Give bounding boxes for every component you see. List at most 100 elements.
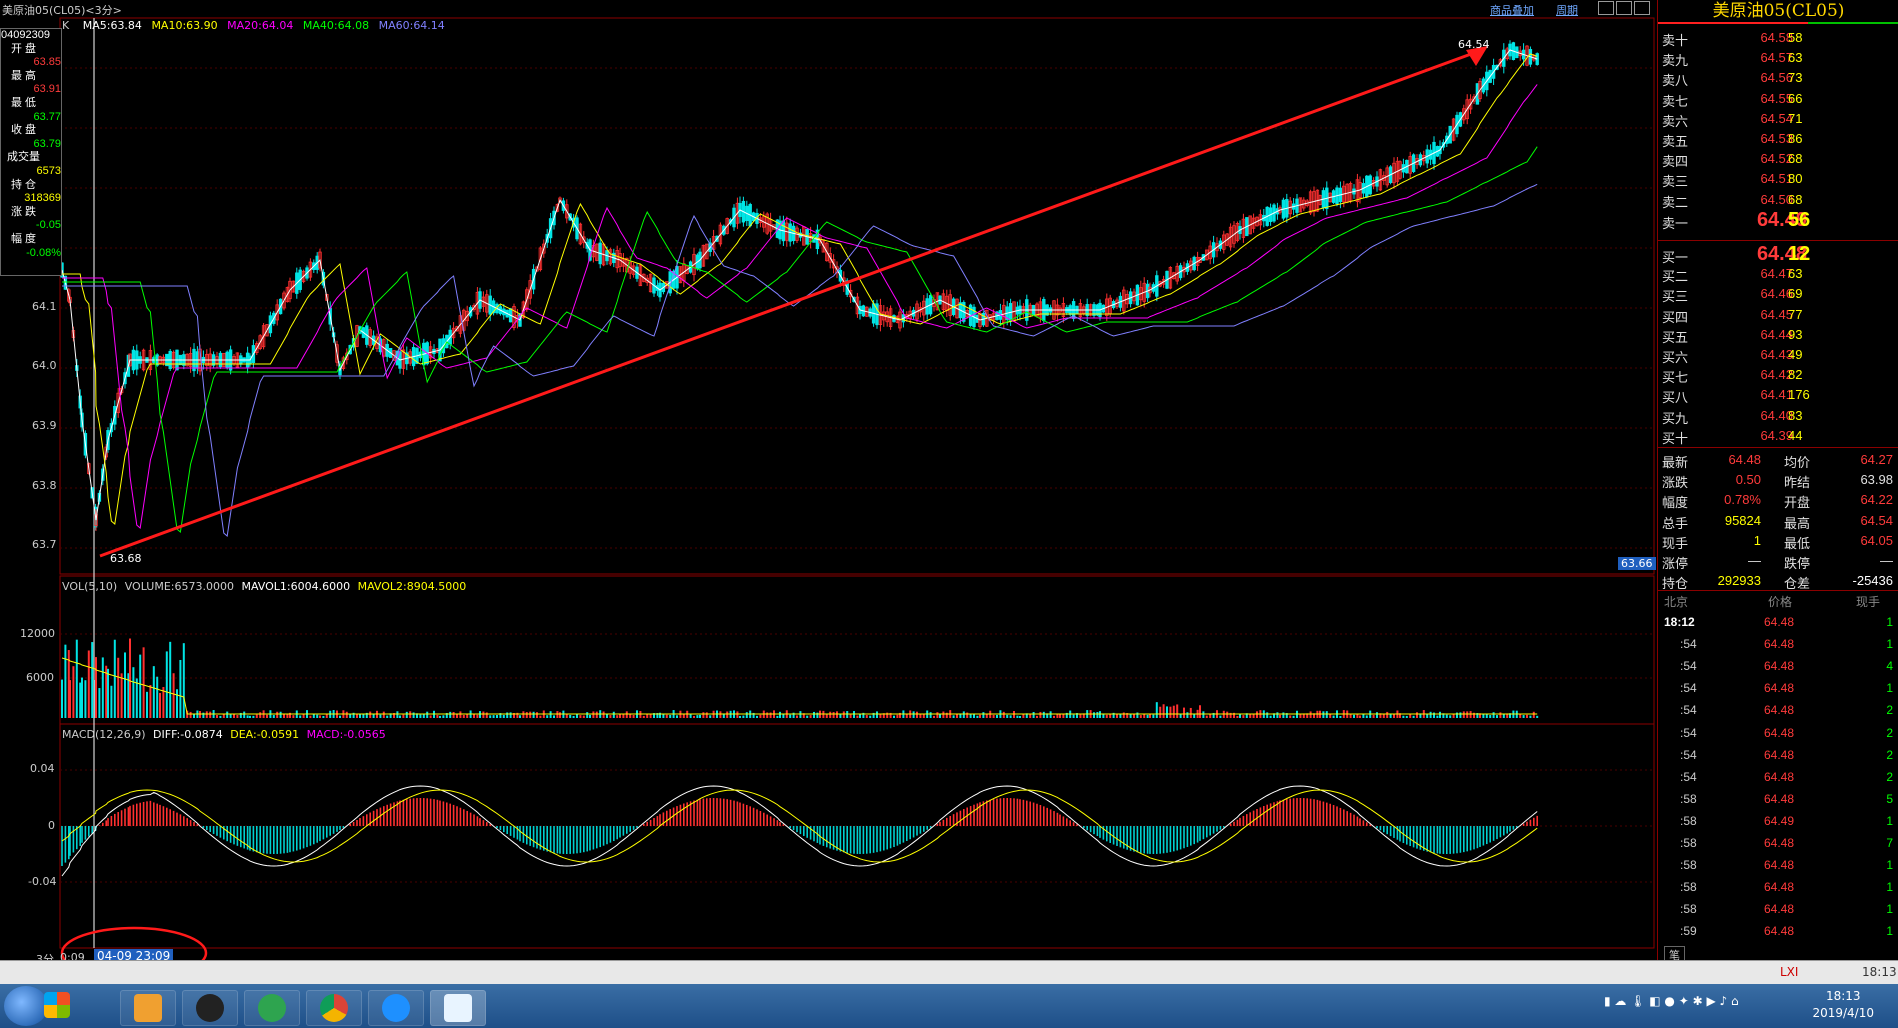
- clock-time: 18:13: [1825, 989, 1861, 1003]
- taskbar-app-5[interactable]: [368, 990, 424, 1026]
- volume-bar: [579, 715, 582, 718]
- period-link[interactable]: 周期: [1556, 2, 1578, 18]
- volume-bar: [929, 712, 932, 718]
- overlay-link[interactable]: 商品叠加: [1490, 2, 1534, 18]
- trade-row: :58 64.48 1: [1658, 877, 1898, 899]
- volume-bar: [473, 714, 475, 718]
- volume-bar: [825, 714, 828, 718]
- trade-time: :58: [1680, 858, 1697, 873]
- ask-row[interactable]: 卖七 64.55 66: [1658, 89, 1898, 109]
- ask-row[interactable]: 卖十 64.58 58: [1658, 28, 1898, 48]
- bid-row[interactable]: 买四 64.45 77: [1658, 305, 1898, 325]
- bid-row[interactable]: 买六 64.43 49: [1658, 345, 1898, 365]
- volume-bar: [525, 712, 528, 718]
- trade-qty: 1: [1886, 902, 1893, 917]
- stat-row: 持仓 292933 仓差 -25436: [1658, 571, 1898, 591]
- volume-bar: [292, 715, 295, 718]
- ask-row[interactable]: 卖八 64.56 73: [1658, 68, 1898, 88]
- ask-row[interactable]: 卖二 64.50 68: [1658, 190, 1898, 210]
- volume-bar: [439, 715, 441, 718]
- volume-bar: [319, 715, 321, 718]
- volume-bar: [939, 714, 941, 718]
- volume-bar: [124, 652, 126, 718]
- bid-row[interactable]: 买七 64.42 82: [1658, 365, 1898, 385]
- info-time: 04092309: [1, 29, 50, 41]
- volume-bar: [75, 639, 78, 718]
- volume-bar: [152, 666, 155, 718]
- volume-bar: [836, 711, 838, 718]
- trade-row: :54 64.48 2: [1658, 700, 1898, 722]
- volume-bar: [1226, 711, 1229, 718]
- volume-bar: [409, 711, 412, 718]
- volume-bar: [219, 715, 222, 718]
- bid-label: 买三: [1662, 289, 1689, 305]
- bid-row[interactable]: 买十 64.39 44: [1658, 426, 1898, 446]
- volume-bar: [1199, 705, 1201, 718]
- trades-header-time: 北京: [1664, 595, 1689, 609]
- volume-bar: [1309, 711, 1312, 718]
- window-maximize-icon[interactable]: [1616, 1, 1632, 15]
- volume-bar: [149, 684, 152, 718]
- ask-qty: 68: [1788, 151, 1803, 167]
- volume-bar: [809, 715, 812, 718]
- volume-bar: [936, 712, 939, 718]
- ask-row[interactable]: 卖九 64.57 63: [1658, 48, 1898, 68]
- ask-row[interactable]: 卖四 64.52 68: [1658, 149, 1898, 169]
- system-tray[interactable]: ▮ ☁ 🌡 ◧ ● ✦ ✱ ▶ ♪ ⌂: [1604, 994, 1739, 1008]
- volume-bar: [992, 714, 995, 718]
- volume-bar: [113, 639, 116, 718]
- y-tick: 63.8: [32, 479, 57, 492]
- trade-row: :54 64.48 1: [1658, 678, 1898, 700]
- clock-date: 2019/4/10: [1812, 1006, 1874, 1020]
- volume-bar: [726, 711, 729, 718]
- taskbar-app-2[interactable]: [182, 990, 238, 1026]
- bid-row[interactable]: 买二 64.47 63: [1658, 264, 1898, 284]
- candlestick-chart[interactable]: [0, 0, 1656, 960]
- volume-bar: [243, 711, 246, 718]
- taskbar: ▮ ☁ 🌡 ◧ ● ✦ ✱ ▶ ♪ ⌂ 18:13 2019/4/10: [0, 984, 1898, 1028]
- current-price-tag: 63.66: [1618, 557, 1656, 570]
- trade-price: 64.48: [1764, 880, 1795, 895]
- volume-bar: [405, 711, 408, 718]
- bid-row[interactable]: 买五 64.44 93: [1658, 325, 1898, 345]
- window-close-icon[interactable]: [1634, 1, 1650, 15]
- stat-row: 涨停 — 跌停 —: [1658, 551, 1898, 571]
- diff-value: DIFF:-0.0874: [153, 728, 223, 741]
- ask-row[interactable]: 卖五 64.53 86: [1658, 129, 1898, 149]
- volume-bar: [536, 712, 538, 718]
- bid-row[interactable]: 买八 64.41 176: [1658, 385, 1898, 405]
- volume-bar: [839, 714, 842, 718]
- volume-bar: [1139, 715, 1142, 718]
- window-restore-icon[interactable]: [1598, 1, 1614, 15]
- volume-bar: [865, 715, 868, 718]
- bid-row[interactable]: 买三 64.46 69: [1658, 284, 1898, 304]
- taskbar-app-1[interactable]: [120, 990, 176, 1026]
- start-button[interactable]: [4, 986, 48, 1026]
- chart-area[interactable]: 美原油05(CL05)<3分> 商品叠加 周期 K MA5:63.84 MA10…: [0, 0, 1656, 966]
- volume-bar: [1042, 711, 1045, 718]
- taskbar-app-4[interactable]: [306, 990, 362, 1026]
- ask-row[interactable]: 卖六 64.54 71: [1658, 109, 1898, 129]
- trade-qty: 2: [1886, 725, 1893, 740]
- ask-row[interactable]: 卖一 64.49 56: [1658, 209, 1898, 231]
- volume-bar: [922, 714, 925, 718]
- volume-bar: [779, 711, 781, 718]
- ask-row[interactable]: 卖三 64.51 80: [1658, 169, 1898, 189]
- bid-row[interactable]: 买九 64.40 83: [1658, 406, 1898, 426]
- volume-bar: [849, 714, 852, 718]
- quote-panel: 美原油05(CL05) 卖十 64.58 58 卖九 64.57 63 卖八 64.56 73 卖…: [1657, 0, 1898, 964]
- volume-bar: [1445, 714, 1448, 718]
- trade-price: 64.48: [1764, 836, 1795, 850]
- taskbar-app-6[interactable]: [430, 990, 486, 1026]
- taskbar-clock[interactable]: 18:13 2019/4/10: [1812, 988, 1874, 1022]
- bid-qty: 83: [1788, 407, 1803, 423]
- volume-bar: [609, 715, 612, 718]
- volume-bar: [1522, 715, 1525, 718]
- bid-row[interactable]: 买一 64.48 12: [1658, 243, 1898, 265]
- volume-bar: [349, 714, 352, 718]
- volume-bar: [586, 712, 589, 718]
- trades-header: 北京 价格 现手: [1658, 590, 1898, 612]
- volume-bar: [509, 712, 512, 718]
- taskbar-app-3[interactable]: [244, 990, 300, 1026]
- stat-label: 总手: [1662, 515, 1689, 531]
